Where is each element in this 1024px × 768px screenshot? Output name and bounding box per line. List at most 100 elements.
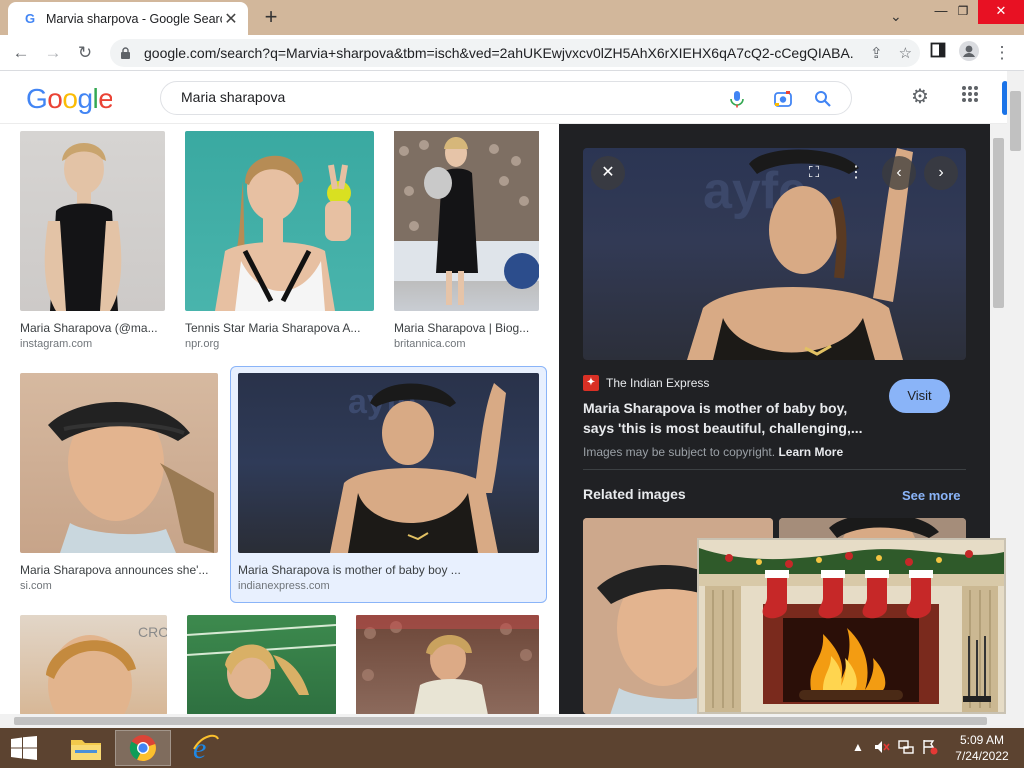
url-text: google.com/search?q=Marvia+sharpova&tbm=… xyxy=(144,45,854,61)
result-thumbnail[interactable]: CRO xyxy=(20,615,169,714)
result-source: indianexpress.com xyxy=(238,580,330,592)
desktop: G Marvia sharpova - Google Search ✕ + ⌄ … xyxy=(0,0,1024,768)
more-options-icon[interactable]: ⋮ xyxy=(839,156,873,190)
learn-more-link[interactable]: Learn More xyxy=(778,445,843,459)
scrollbar-thumb[interactable] xyxy=(1010,91,1021,151)
image-result-3[interactable]: Maria Sharapova | Biog... britannica.com xyxy=(394,131,540,356)
result-caption[interactable]: Tennis Star Maria Sharapova A... xyxy=(185,321,370,335)
lock-icon xyxy=(120,47,132,59)
scrollbar-thumb[interactable] xyxy=(993,138,1004,308)
google-apps-grid-icon[interactable] xyxy=(958,85,982,109)
clock-time: 5:09 AM xyxy=(959,733,1005,747)
divider xyxy=(583,469,966,470)
scrollbar-thumb[interactable] xyxy=(14,717,987,725)
browser-title-bar: G Marvia sharpova - Google Search ✕ + ⌄ … xyxy=(0,0,1024,35)
back-icon[interactable]: ← xyxy=(9,41,33,65)
address-bar[interactable]: google.com/search?q=Marvia+sharpova&tbm=… xyxy=(110,39,920,67)
close-preview-icon[interactable]: ✕ xyxy=(591,156,625,190)
result-source: britannica.com xyxy=(394,338,466,350)
chrome-taskbar-button[interactable] xyxy=(115,730,171,766)
preview-title[interactable]: Maria Sharapova is mother of baby boy, s… xyxy=(583,398,873,438)
page-vertical-scrollbar[interactable] xyxy=(1007,71,1024,728)
indian-express-favicon-icon: ✦ xyxy=(583,375,599,391)
result-source: instagram.com xyxy=(20,338,93,350)
fireplace-gadget[interactable] xyxy=(697,538,1006,714)
source-name: The Indian Express xyxy=(606,376,710,390)
result-source: si.com xyxy=(20,580,52,592)
copyright-text: Images may be subject to copyright. xyxy=(583,445,776,459)
google-favicon-icon: G xyxy=(24,11,36,26)
tab-search-icon[interactable]: ⌄ xyxy=(890,8,902,25)
visit-button[interactable]: Visit xyxy=(889,379,950,413)
preview-source[interactable]: ✦ The Indian Express xyxy=(583,375,709,391)
folder-icon xyxy=(71,740,101,760)
start-button[interactable] xyxy=(0,730,48,766)
previous-image-chevron-icon[interactable]: ‹ xyxy=(882,156,916,190)
svg-text:CRO: CRO xyxy=(138,624,167,640)
horizontal-scrollbar[interactable] xyxy=(0,714,1007,728)
internet-explorer-taskbar-button[interactable]: e xyxy=(177,730,233,766)
image-result-7[interactable] xyxy=(186,615,337,714)
result-caption[interactable]: Maria Sharapova (@ma... xyxy=(20,321,160,335)
result-caption[interactable]: Maria Sharapova is mother of baby boy ..… xyxy=(238,563,528,577)
browser-toolbar: ← → ↻ google.com/search?q=Marvia+sharpov… xyxy=(0,35,1024,71)
voice-search-mic-icon[interactable] xyxy=(727,89,747,109)
settings-gear-icon[interactable]: ⚙ xyxy=(908,85,932,109)
restore-button[interactable]: ❐ xyxy=(946,0,980,24)
windows-taskbar: e ▲ 5:09 AM 7/24/2022 xyxy=(0,728,1024,768)
see-more-link[interactable]: See more xyxy=(902,488,961,503)
chrome-logo-icon xyxy=(129,735,156,762)
result-thumbnail[interactable] xyxy=(20,131,165,311)
result-thumbnail[interactable] xyxy=(186,615,337,714)
clock-date: 7/24/2022 xyxy=(955,749,1009,763)
browser-tab[interactable]: G Marvia sharpova - Google Search ✕ xyxy=(8,2,248,35)
search-icon[interactable] xyxy=(813,89,833,109)
tab-title: Marvia sharpova - Google Search xyxy=(46,11,222,26)
image-result-4[interactable]: Maria Sharapova announces she'... si.com xyxy=(20,373,218,598)
volume-muted-icon[interactable] xyxy=(874,739,890,768)
browser-menu-icon[interactable]: ⋮ xyxy=(990,41,1014,65)
image-result-6[interactable]: CRO xyxy=(20,615,169,714)
side-panel-icon[interactable] xyxy=(926,41,950,65)
search-box[interactable] xyxy=(160,81,852,115)
reload-icon[interactable]: ↻ xyxy=(73,41,97,65)
image-result-8[interactable] xyxy=(356,615,539,714)
bookmark-star-icon[interactable]: ☆ xyxy=(899,44,912,62)
search-input[interactable] xyxy=(181,89,701,105)
result-source: npr.org xyxy=(185,338,220,350)
result-thumbnail[interactable] xyxy=(20,373,218,553)
google-logo[interactable]: Google xyxy=(26,83,114,122)
show-hidden-icons-chevron-icon[interactable]: ▲ xyxy=(852,740,864,768)
close-tab-icon[interactable]: ✕ xyxy=(222,9,240,29)
copyright-notice: Images may be subject to copyright. Lear… xyxy=(583,445,843,459)
network-icon[interactable] xyxy=(898,739,914,768)
next-image-chevron-icon[interactable]: › xyxy=(924,156,958,190)
forward-icon[interactable]: → xyxy=(41,41,65,65)
google-lens-camera-icon[interactable] xyxy=(773,89,793,109)
related-images-heading: Related images xyxy=(583,486,686,502)
image-result-5[interactable]: ayfe Maria Sharapova is mother of baby b… xyxy=(238,373,539,598)
image-result-1[interactable]: Maria Sharapova (@ma... instagram.com xyxy=(20,131,165,356)
action-center-flag-icon[interactable] xyxy=(922,739,938,768)
preview-image[interactable]: ayfe ✕ ⛶ ⋮ ‹ › xyxy=(583,148,966,360)
result-caption[interactable]: Maria Sharapova | Biog... xyxy=(394,321,534,335)
svg-text:Google: Google xyxy=(26,83,112,114)
new-tab-button[interactable]: + xyxy=(258,4,284,30)
window-close-button[interactable]: ✕ xyxy=(978,0,1024,24)
result-thumbnail[interactable] xyxy=(356,615,539,714)
fireplace-illustration xyxy=(699,540,1004,712)
share-icon[interactable]: ⇪ xyxy=(870,44,883,62)
internet-explorer-icon: e xyxy=(193,733,219,763)
system-clock[interactable]: 5:09 AM 7/24/2022 xyxy=(944,732,1020,764)
windows-logo-icon xyxy=(11,736,37,760)
profile-avatar-icon[interactable] xyxy=(957,41,981,65)
search-inside-image-icon[interactable]: ⛶ xyxy=(797,156,831,190)
google-header: Google ⚙ xyxy=(0,71,1024,124)
result-thumbnail[interactable]: ayfe xyxy=(238,373,539,553)
image-results-grid: Maria Sharapova (@ma... instagram.com Te… xyxy=(0,124,559,714)
file-explorer-taskbar-button[interactable] xyxy=(58,730,114,766)
result-thumbnail[interactable] xyxy=(394,131,540,311)
result-caption[interactable]: Maria Sharapova announces she'... xyxy=(20,563,215,577)
image-result-2[interactable]: Tennis Star Maria Sharapova A... npr.org xyxy=(185,131,374,356)
result-thumbnail[interactable] xyxy=(185,131,374,311)
